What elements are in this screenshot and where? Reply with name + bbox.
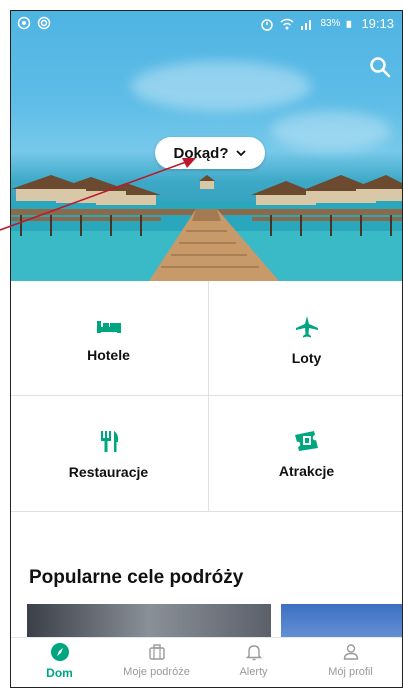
category-hotels[interactable]: Hotele <box>11 283 206 397</box>
cloud <box>131 61 311 111</box>
battery-icon <box>347 20 352 28</box>
popular-destinations-title: Popularne cele podróży <box>29 567 244 588</box>
hero-image: 83% 19:13 Dokąd? <box>11 11 402 281</box>
suitcase-icon <box>148 644 165 660</box>
nav-label: Mój profil <box>328 666 373 678</box>
category-restaurants[interactable]: Restauracje <box>11 397 206 511</box>
bell-icon <box>245 645 262 661</box>
nav-label: Dom <box>46 666 73 680</box>
whatsapp-icon <box>17 16 31 30</box>
category-label: Restauracje <box>68 464 149 480</box>
category-attractions[interactable]: Atrakcje <box>209 397 402 511</box>
where-to-button[interactable]: Dokąd? <box>155 137 265 169</box>
nav-profile[interactable]: Mój profil <box>302 642 399 686</box>
nav-label: Alerty <box>239 666 268 678</box>
camera-app-icon <box>37 16 51 30</box>
cloud <box>271 111 391 151</box>
alarm-icon <box>261 18 274 31</box>
phone-screen: 83% 19:13 Dokąd? Hotele Loty Restauracje… <box>10 10 403 688</box>
person-icon <box>343 644 358 660</box>
status-bar: 83% 19:13 <box>11 11 402 37</box>
nav-label: Moje podróże <box>123 666 190 678</box>
nav-my-trips[interactable]: Moje podróże <box>108 642 205 686</box>
nav-home[interactable]: Dom <box>11 642 108 686</box>
plane-icon <box>295 316 318 338</box>
bottom-nav: Dom Moje podróże Alerty Mój profil <box>11 637 402 687</box>
where-to-label: Dokąd? <box>173 144 229 162</box>
compass-icon <box>50 643 69 661</box>
clock: 19:13 <box>361 16 394 31</box>
category-label: Loty <box>291 350 322 366</box>
category-flights[interactable]: Loty <box>209 283 402 397</box>
wifi-icon <box>280 18 294 29</box>
search-icon[interactable] <box>368 55 392 79</box>
overwater-bungalows <box>11 175 402 281</box>
ticket-icon <box>294 431 318 451</box>
chevron-down-icon <box>235 150 246 157</box>
signal-icon <box>301 19 312 30</box>
nav-alerts[interactable]: Alerty <box>205 642 302 686</box>
category-label: Hotele <box>87 347 130 363</box>
fork-knife-icon <box>100 431 118 452</box>
bed-icon <box>96 321 121 333</box>
category-label: Atrakcje <box>278 463 335 479</box>
grid-divider <box>11 511 402 512</box>
battery-percent: 83% <box>320 18 341 29</box>
